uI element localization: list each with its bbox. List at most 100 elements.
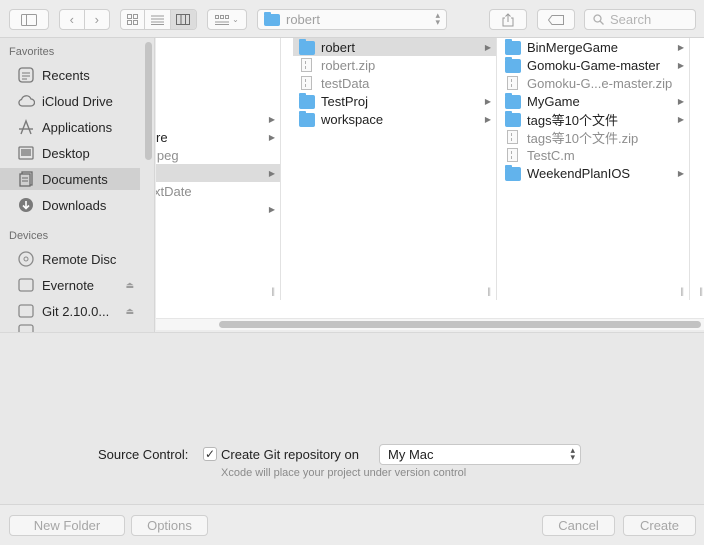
sidebar-item-label: Documents [42,171,108,187]
list-item-gomoku-zip[interactable]: Gomoku-G...e-master.zip [498,74,689,92]
list-item[interactable]: jpeg [156,146,280,164]
list-item-tags-zip[interactable]: tags等10个文件.zip [498,128,689,146]
list-item-tags[interactable]: tags等10个文件 ▶ [498,110,689,128]
list-item-label: jpeg [156,147,179,163]
disclosure-arrow-icon: ▶ [677,96,684,106]
folder-icon [505,164,521,181]
create-git-label[interactable]: Create Git repository on [221,447,359,462]
drive-icon [17,277,35,293]
forward-button[interactable]: › [85,10,109,29]
list-item-label: xtDate [156,183,192,199]
zip-file-icon [507,76,518,90]
list-item-binmergegame[interactable]: BinMergeGame ▶ [498,38,689,56]
options-button[interactable]: Options [131,515,208,536]
column-resize-handle[interactable]: || [699,286,703,296]
column-view-button[interactable] [170,10,196,29]
source-file-icon [507,148,518,162]
list-item-mygame[interactable]: MyGame ▶ [498,92,689,110]
folder-icon [264,12,280,26]
browser-column-1: robert ▶ robert.zip testData TestProj ▶ … [293,38,497,300]
nav-buttons: ‹ › [59,9,110,30]
list-item-testproj[interactable]: TestProj ▶ [293,92,496,110]
list-item-workspace[interactable]: workspace ▶ [293,110,496,128]
sidebar-item-evernote[interactable]: Evernote ⏏ [0,274,140,296]
create-git-checkbox[interactable]: ✓ [203,447,217,461]
column-resize-handle[interactable]: || [680,286,684,296]
back-button[interactable]: ‹ [60,10,85,29]
eject-icon[interactable]: ⏏ [125,280,134,291]
create-button[interactable]: Create [623,515,696,536]
applications-icon [17,119,35,135]
list-item[interactable]: ▶ [156,200,280,218]
sidebar-item-documents[interactable]: Documents [0,168,140,190]
horizontal-scrollbar[interactable] [156,318,704,330]
list-item-testc-m[interactable]: TestC.m [498,146,689,164]
documents-icon [17,171,35,187]
sidebar-item-remote-disc[interactable]: Remote Disc [0,248,140,270]
sidebar-item-label: Applications [42,119,113,135]
sidebar-item-git[interactable]: Git 2.10.0... ⏏ [0,300,140,322]
sidebar-item-desktop[interactable]: Desktop [0,142,140,164]
desktop-icon [17,145,35,161]
sidebar-icon [21,13,37,26]
folder-icon [299,110,315,127]
list-item-testdata[interactable]: testData [293,74,496,92]
sidebar-item-downloads[interactable]: Downloads [0,194,140,216]
list-item-label: WeekendPlanIOS [527,165,631,181]
arrange-button[interactable]: ⌄ [207,9,247,30]
sidebar-item-icloud-drive[interactable]: iCloud Drive [0,90,140,112]
git-location-value: My Mac [388,447,434,462]
column-resize-handle[interactable]: || [271,286,275,296]
sidebar-item-label: Evernote [42,277,95,293]
disclosure-arrow-icon: ▶ [677,168,684,178]
list-item[interactable]: xtDate [156,182,280,200]
sidebar-scrollbar[interactable] [145,42,152,160]
list-item-label: BinMergeGame [527,39,619,55]
list-item-label: tags等10个文件.zip [527,130,639,146]
eject-icon[interactable]: ⏏ [125,306,134,317]
bottom-bar: New Folder Options Cancel Create [0,504,704,545]
disclosure-arrow-icon: ▶ [268,168,275,178]
path-title: robert [286,12,320,27]
list-item-gomoku-game-master[interactable]: Gomoku-Game-master ▶ [498,56,689,74]
sidebar-toggle-button[interactable] [9,9,49,30]
devices-header: Devices [9,230,49,242]
new-folder-button[interactable]: New Folder [9,515,125,536]
git-location-select[interactable]: My Mac ▴ ▾ [379,444,581,465]
drive-icon [17,303,35,319]
disclosure-arrow-icon: ▶ [484,96,491,106]
disclosure-arrow-icon: ▶ [484,42,491,52]
horizontal-scrollbar-thumb[interactable] [219,321,701,328]
chevron-left-icon: ‹ [69,12,74,27]
cloud-icon [17,93,35,109]
column-resize-handle[interactable]: || [487,286,491,296]
sidebar-item-applications[interactable]: Applications [0,116,140,138]
browser-column-3: || [691,38,704,300]
list-item-robert-zip[interactable]: robert.zip [293,56,496,74]
share-button[interactable] [489,9,527,30]
sidebar-item-label: Desktop [42,145,90,161]
sidebar-item-recents[interactable]: Recents [0,64,140,86]
grid-icon [127,14,139,25]
icon-view-button[interactable] [121,10,146,29]
tag-button[interactable] [537,9,575,30]
disclosure-arrow-icon: ▶ [268,132,275,142]
favorites-header: Favorites [9,46,55,58]
list-item-robert[interactable]: robert ▶ [293,38,496,56]
updown-chevron-icon: ▴ ▾ [435,10,440,27]
cancel-button[interactable]: Cancel [542,515,615,536]
disclosure-arrow-icon: ▶ [677,42,684,52]
folder-icon [505,38,521,55]
list-item-selected[interactable]: ▶ [156,164,280,182]
list-item[interactable]: ▶ [156,110,280,128]
list-item[interactable]: re ▶ [156,128,280,146]
column-browser: ▶ re ▶ jpeg ▶ xtDate ▶ || robert ▶ rober… [156,38,704,330]
list-view-button[interactable] [145,10,171,29]
share-icon [502,12,514,26]
list-icon [151,15,165,25]
list-item-weekendplanios[interactable]: WeekendPlanIOS ▶ [498,164,689,182]
disclosure-arrow-icon: ▶ [268,204,275,214]
path-popup[interactable]: robert ▴ ▾ [257,9,447,30]
search-field[interactable]: Search [584,9,696,30]
folder-icon [505,92,521,109]
